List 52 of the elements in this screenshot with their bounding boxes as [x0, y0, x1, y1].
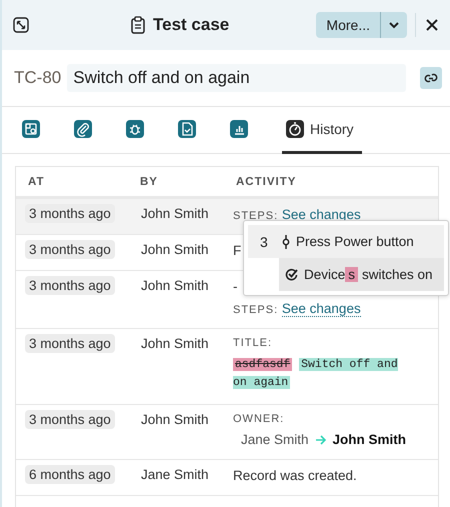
step-text: Device	[304, 267, 346, 282]
old-value: Jane Smith	[241, 432, 309, 447]
column-header: ACTIVITY	[236, 176, 298, 188]
field-label: STEPS:	[233, 304, 278, 316]
activity-text: F	[233, 243, 242, 258]
check-circle-icon	[285, 268, 298, 281]
step-number: 3	[260, 234, 269, 250]
author: John Smith	[140, 277, 210, 293]
column-header: AT	[28, 176, 46, 188]
author: John Smith	[140, 335, 210, 351]
record-id: TC-80	[14, 68, 62, 88]
arrow-icon	[314, 434, 327, 444]
commit-icon	[282, 234, 290, 248]
close-button[interactable]	[424, 17, 440, 33]
link-icon	[424, 73, 438, 83]
timer-icon	[286, 120, 304, 138]
activity-text: Record was created.	[233, 468, 358, 483]
field-label: OWNER:	[233, 413, 286, 425]
activity-text: -	[233, 279, 238, 294]
tab-icon	[178, 120, 196, 138]
close-icon	[426, 19, 438, 31]
title-field[interactable]: Switch off and on again	[67, 64, 406, 92]
removed-text: s	[345, 267, 358, 282]
timestamp: 3 months ago	[25, 276, 115, 295]
dialog-title: Test case	[153, 15, 230, 35]
author: Jane Smith	[140, 466, 210, 482]
see-changes-link[interactable]: See changes	[282, 301, 361, 317]
tab-icon	[22, 120, 40, 138]
new-value: John Smith	[332, 432, 406, 447]
clipboard-icon	[131, 16, 145, 34]
timestamp: 3 months ago	[25, 204, 115, 223]
author: John Smith	[140, 241, 210, 257]
tab-icon	[74, 120, 92, 138]
step-text: Press Power button	[296, 234, 414, 249]
field-label: STEPS:	[233, 210, 278, 222]
author: John Smith	[140, 205, 210, 221]
link-button[interactable]	[420, 67, 442, 89]
tab[interactable]: History	[282, 107, 362, 154]
tab-icon	[230, 120, 248, 138]
removed-text: asdfasdf	[233, 358, 292, 371]
chevron-down-icon	[389, 22, 399, 28]
expand-icon[interactable]	[13, 17, 29, 33]
author: John Smith	[140, 411, 210, 427]
timestamp: 3 months ago	[25, 334, 115, 353]
timestamp: 3 months ago	[25, 240, 115, 259]
column-header: BY	[140, 176, 159, 188]
timestamp: 6 months ago	[25, 465, 115, 484]
field-label: TITLE:	[233, 337, 274, 349]
timestamp: 3 months ago	[25, 410, 115, 429]
more-button[interactable]: More...	[316, 12, 380, 38]
tab-icon	[126, 120, 144, 138]
step-text: switches on	[362, 267, 433, 282]
